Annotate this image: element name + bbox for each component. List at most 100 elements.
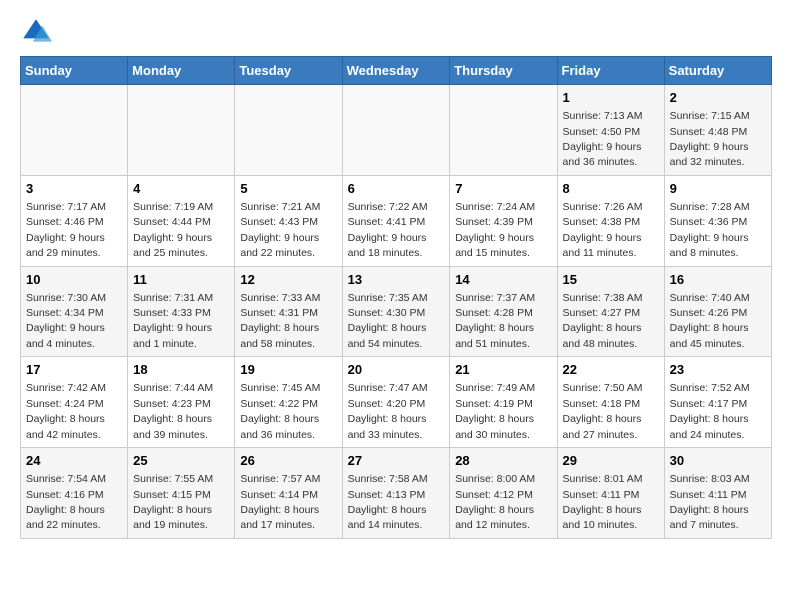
calendar-week-row: 24 Sunrise: 7:54 AM Sunset: 4:16 PM Dayli…	[21, 448, 772, 539]
day-info: Sunrise: 7:42 AM Sunset: 4:24 PM Dayligh…	[26, 382, 106, 440]
calendar-cell: 18 Sunrise: 7:44 AM Sunset: 4:23 PM Dayli…	[128, 357, 235, 448]
calendar-cell: 23 Sunrise: 7:52 AM Sunset: 4:17 PM Dayli…	[664, 357, 771, 448]
calendar-cell: 3Sunrise: 7:17 AM Sunset: 4:46 PM Daylig…	[21, 175, 128, 266]
calendar-cell: 27 Sunrise: 7:58 AM Sunset: 4:13 PM Dayli…	[342, 448, 450, 539]
day-info: Sunrise: 7:58 AM Sunset: 4:13 PM Dayligh…	[348, 473, 428, 531]
calendar-cell: 16Sunrise: 7:40 AM Sunset: 4:26 PM Dayli…	[664, 266, 771, 357]
calendar-cell	[128, 85, 235, 176]
day-info: Sunrise: 8:03 AM Sunset: 4:11 PM Dayligh…	[670, 473, 750, 531]
weekday-header: Sunday	[21, 57, 128, 85]
weekday-header: Tuesday	[235, 57, 342, 85]
day-number: 10	[26, 271, 122, 289]
calendar-cell: 12Sunrise: 7:33 AM Sunset: 4:31 PM Dayli…	[235, 266, 342, 357]
calendar-table: SundayMondayTuesdayWednesdayThursdayFrid…	[20, 56, 772, 539]
calendar-cell: 1 Sunrise: 7:13 AM Sunset: 4:50 PM Daylig…	[557, 85, 664, 176]
day-info: Sunrise: 7:52 AM Sunset: 4:17 PM Dayligh…	[670, 382, 750, 440]
day-number: 15	[563, 271, 659, 289]
day-number: 14	[455, 271, 551, 289]
day-info: Sunrise: 7:17 AM Sunset: 4:46 PM Dayligh…	[26, 201, 106, 259]
calendar-cell: 17 Sunrise: 7:42 AM Sunset: 4:24 PM Dayli…	[21, 357, 128, 448]
logo-icon	[20, 16, 52, 48]
day-info: Sunrise: 7:26 AM Sunset: 4:38 PM Dayligh…	[563, 201, 643, 259]
calendar-cell: 9 Sunrise: 7:28 AM Sunset: 4:36 PM Daylig…	[664, 175, 771, 266]
calendar-cell: 5Sunrise: 7:21 AM Sunset: 4:43 PM Daylig…	[235, 175, 342, 266]
calendar-cell: 20Sunrise: 7:47 AM Sunset: 4:20 PM Dayli…	[342, 357, 450, 448]
day-number: 23	[670, 361, 766, 379]
logo	[20, 16, 56, 48]
day-number: 22	[563, 361, 659, 379]
calendar-cell: 22 Sunrise: 7:50 AM Sunset: 4:18 PM Dayli…	[557, 357, 664, 448]
weekday-header: Saturday	[664, 57, 771, 85]
calendar-cell: 28 Sunrise: 8:00 AM Sunset: 4:12 PM Dayli…	[450, 448, 557, 539]
calendar-cell: 10 Sunrise: 7:30 AM Sunset: 4:34 PM Dayli…	[21, 266, 128, 357]
calendar-week-row: 3Sunrise: 7:17 AM Sunset: 4:46 PM Daylig…	[21, 175, 772, 266]
calendar-cell: 30 Sunrise: 8:03 AM Sunset: 4:11 PM Dayli…	[664, 448, 771, 539]
calendar-cell: 7 Sunrise: 7:24 AM Sunset: 4:39 PM Daylig…	[450, 175, 557, 266]
day-number: 26	[240, 452, 336, 470]
calendar-cell: 26 Sunrise: 7:57 AM Sunset: 4:14 PM Dayli…	[235, 448, 342, 539]
day-info: Sunrise: 7:30 AM Sunset: 4:34 PM Dayligh…	[26, 292, 106, 350]
calendar-cell: 24 Sunrise: 7:54 AM Sunset: 4:16 PM Dayli…	[21, 448, 128, 539]
day-info: Sunrise: 7:24 AM Sunset: 4:39 PM Dayligh…	[455, 201, 535, 259]
day-number: 5	[240, 180, 336, 198]
day-number: 8	[563, 180, 659, 198]
day-info: Sunrise: 7:54 AM Sunset: 4:16 PM Dayligh…	[26, 473, 106, 531]
calendar-cell: 14 Sunrise: 7:37 AM Sunset: 4:28 PM Dayli…	[450, 266, 557, 357]
day-number: 6	[348, 180, 445, 198]
day-info: Sunrise: 7:35 AM Sunset: 4:30 PM Dayligh…	[348, 292, 428, 350]
calendar-cell	[342, 85, 450, 176]
day-info: Sunrise: 7:15 AM Sunset: 4:48 PM Dayligh…	[670, 110, 750, 168]
calendar-week-row: 10 Sunrise: 7:30 AM Sunset: 4:34 PM Dayli…	[21, 266, 772, 357]
day-number: 12	[240, 271, 336, 289]
calendar-week-row: 17 Sunrise: 7:42 AM Sunset: 4:24 PM Dayli…	[21, 357, 772, 448]
day-number: 27	[348, 452, 445, 470]
day-info: Sunrise: 7:38 AM Sunset: 4:27 PM Dayligh…	[563, 292, 643, 350]
calendar-header: SundayMondayTuesdayWednesdayThursdayFrid…	[21, 57, 772, 85]
day-info: Sunrise: 7:47 AM Sunset: 4:20 PM Dayligh…	[348, 382, 428, 440]
day-info: Sunrise: 7:50 AM Sunset: 4:18 PM Dayligh…	[563, 382, 643, 440]
day-info: Sunrise: 8:01 AM Sunset: 4:11 PM Dayligh…	[563, 473, 643, 531]
day-info: Sunrise: 7:55 AM Sunset: 4:15 PM Dayligh…	[133, 473, 213, 531]
weekday-header: Friday	[557, 57, 664, 85]
day-number: 25	[133, 452, 229, 470]
day-info: Sunrise: 7:57 AM Sunset: 4:14 PM Dayligh…	[240, 473, 320, 531]
day-number: 28	[455, 452, 551, 470]
day-info: Sunrise: 8:00 AM Sunset: 4:12 PM Dayligh…	[455, 473, 535, 531]
calendar-cell	[450, 85, 557, 176]
day-info: Sunrise: 7:49 AM Sunset: 4:19 PM Dayligh…	[455, 382, 535, 440]
day-number: 13	[348, 271, 445, 289]
day-info: Sunrise: 7:22 AM Sunset: 4:41 PM Dayligh…	[348, 201, 428, 259]
calendar-week-row: 1 Sunrise: 7:13 AM Sunset: 4:50 PM Daylig…	[21, 85, 772, 176]
day-number: 17	[26, 361, 122, 379]
day-number: 18	[133, 361, 229, 379]
calendar-cell: 19Sunrise: 7:45 AM Sunset: 4:22 PM Dayli…	[235, 357, 342, 448]
day-number: 16	[670, 271, 766, 289]
calendar-cell: 4Sunrise: 7:19 AM Sunset: 4:44 PM Daylig…	[128, 175, 235, 266]
day-info: Sunrise: 7:13 AM Sunset: 4:50 PM Dayligh…	[563, 110, 643, 168]
day-info: Sunrise: 7:44 AM Sunset: 4:23 PM Dayligh…	[133, 382, 213, 440]
calendar-cell: 29 Sunrise: 8:01 AM Sunset: 4:11 PM Dayli…	[557, 448, 664, 539]
day-number: 30	[670, 452, 766, 470]
day-number: 19	[240, 361, 336, 379]
day-number: 1	[563, 89, 659, 107]
weekday-header: Thursday	[450, 57, 557, 85]
day-number: 29	[563, 452, 659, 470]
calendar-cell: 8 Sunrise: 7:26 AM Sunset: 4:38 PM Daylig…	[557, 175, 664, 266]
day-info: Sunrise: 7:31 AM Sunset: 4:33 PM Dayligh…	[133, 292, 213, 350]
calendar-cell: 11 Sunrise: 7:31 AM Sunset: 4:33 PM Dayli…	[128, 266, 235, 357]
day-number: 9	[670, 180, 766, 198]
weekday-header: Monday	[128, 57, 235, 85]
day-number: 21	[455, 361, 551, 379]
day-number: 2	[670, 89, 766, 107]
weekday-header: Wednesday	[342, 57, 450, 85]
day-info: Sunrise: 7:28 AM Sunset: 4:36 PM Dayligh…	[670, 201, 750, 259]
calendar-cell: 21 Sunrise: 7:49 AM Sunset: 4:19 PM Dayli…	[450, 357, 557, 448]
calendar-cell: 15 Sunrise: 7:38 AM Sunset: 4:27 PM Dayli…	[557, 266, 664, 357]
calendar-body: 1 Sunrise: 7:13 AM Sunset: 4:50 PM Daylig…	[21, 85, 772, 539]
calendar-cell: 13 Sunrise: 7:35 AM Sunset: 4:30 PM Dayli…	[342, 266, 450, 357]
day-number: 11	[133, 271, 229, 289]
day-number: 7	[455, 180, 551, 198]
day-info: Sunrise: 7:37 AM Sunset: 4:28 PM Dayligh…	[455, 292, 535, 350]
calendar-cell: 6 Sunrise: 7:22 AM Sunset: 4:41 PM Daylig…	[342, 175, 450, 266]
day-number: 24	[26, 452, 122, 470]
